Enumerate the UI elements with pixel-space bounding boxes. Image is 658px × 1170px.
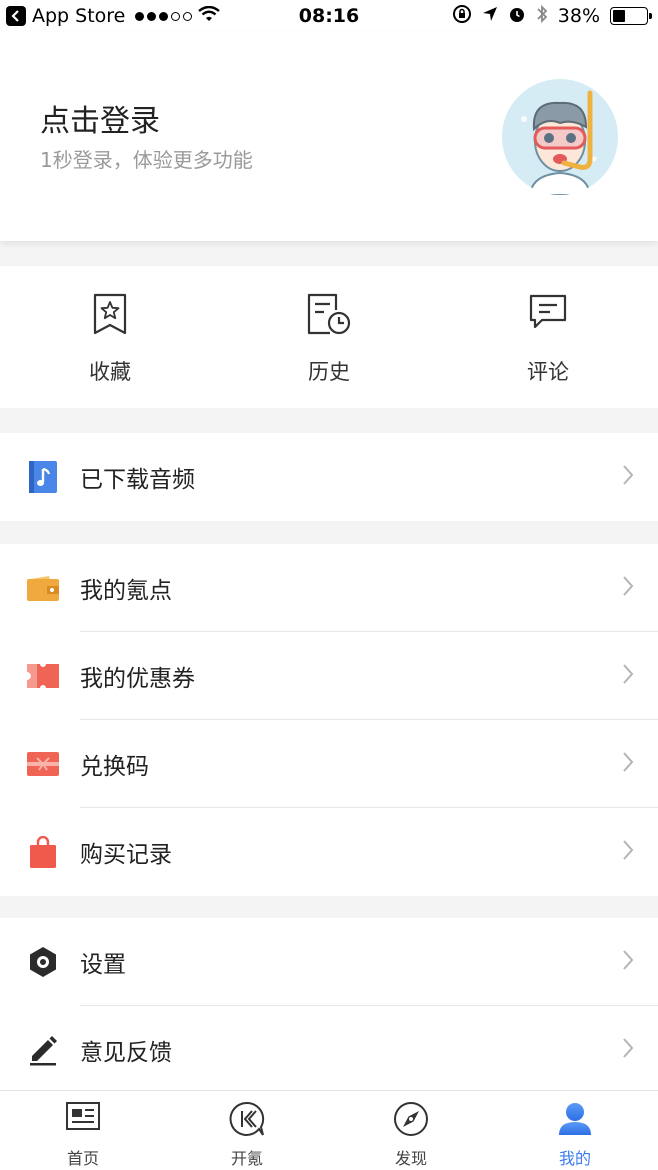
menu-label: 我的氪点 bbox=[80, 578, 172, 604]
status-bar: App Store 08:16 38% bbox=[0, 0, 658, 32]
tab-label: 开氪 bbox=[230, 1149, 263, 1168]
location-arrow-icon bbox=[482, 5, 498, 27]
quick-history[interactable]: 历史 bbox=[259, 266, 399, 408]
tab-mine[interactable]: 我的 bbox=[515, 1091, 635, 1170]
menu-item-downloaded-audio[interactable]: 已下载音频 bbox=[0, 433, 658, 521]
tab-discover[interactable]: 发现 bbox=[351, 1091, 471, 1170]
tab-label: 发现 bbox=[394, 1149, 427, 1168]
quick-comments-label: 评论 bbox=[527, 360, 569, 384]
music-note-icon bbox=[26, 460, 60, 494]
chevron-right-icon bbox=[622, 839, 634, 865]
menu-label: 设置 bbox=[80, 952, 126, 978]
back-app-label[interactable]: App Store bbox=[32, 5, 125, 27]
battery-icon bbox=[610, 7, 652, 25]
shopping-bag-icon bbox=[26, 835, 60, 869]
tab-home[interactable]: 首页 bbox=[23, 1091, 143, 1170]
menu-item-feedback[interactable]: 意见反馈 bbox=[0, 1006, 658, 1090]
settings-hex-icon bbox=[26, 945, 60, 979]
menu-label: 购买记录 bbox=[80, 842, 172, 868]
cell-signal-icon bbox=[135, 11, 193, 21]
tab-label: 我的 bbox=[558, 1149, 591, 1168]
chevron-right-icon bbox=[622, 663, 634, 689]
login-title[interactable]: 点击登录 bbox=[40, 96, 160, 140]
settings-section: 设置 意见反馈 bbox=[0, 918, 658, 1090]
chevron-right-icon bbox=[622, 464, 634, 490]
user-icon bbox=[559, 1103, 591, 1135]
battery-fill bbox=[613, 10, 626, 22]
diver-avatar-icon bbox=[502, 79, 618, 195]
menu-item-kr-points[interactable]: 我的氪点 bbox=[0, 544, 658, 632]
bluetooth-icon bbox=[536, 4, 548, 29]
comment-icon bbox=[529, 294, 567, 329]
quick-actions: 收藏 历史 评论 bbox=[0, 266, 658, 408]
tab-bar: 首页 开氪 发现 我的 bbox=[0, 1090, 658, 1170]
menu-label: 兑换码 bbox=[80, 754, 149, 780]
wifi-icon bbox=[198, 5, 221, 27]
quick-favorites[interactable]: 收藏 bbox=[40, 266, 180, 408]
downloads-section: 已下载音频 bbox=[0, 433, 658, 521]
pencil-icon bbox=[26, 1033, 60, 1067]
gift-card-icon bbox=[26, 747, 60, 781]
menu-label: 我的优惠券 bbox=[80, 666, 195, 692]
kr-icon bbox=[229, 1101, 265, 1136]
tab-label: 首页 bbox=[66, 1149, 99, 1168]
menu-item-settings[interactable]: 设置 bbox=[0, 918, 658, 1006]
compass-icon bbox=[394, 1102, 428, 1136]
quick-history-label: 历史 bbox=[308, 360, 350, 384]
account-section: 我的氪点 我的优惠券 兑换码 购买记录 bbox=[0, 544, 658, 896]
bookmark-star-icon bbox=[93, 293, 127, 335]
tab-kaike[interactable]: 开氪 bbox=[187, 1091, 307, 1170]
profile-header[interactable]: 点击登录 1秒登录，体验更多功能 bbox=[0, 32, 658, 241]
menu-item-redeem-code[interactable]: 兑换码 bbox=[0, 720, 658, 808]
menu-label: 已下载音频 bbox=[80, 467, 195, 493]
coupon-icon bbox=[26, 659, 60, 693]
menu-item-coupons[interactable]: 我的优惠券 bbox=[0, 632, 658, 720]
chevron-right-icon bbox=[622, 1037, 634, 1063]
news-icon bbox=[66, 1102, 100, 1130]
history-clock-icon bbox=[307, 293, 351, 335]
chevron-right-icon bbox=[622, 949, 634, 975]
avatar[interactable] bbox=[502, 79, 618, 195]
rotation-lock-icon bbox=[452, 4, 472, 29]
alarm-icon bbox=[508, 5, 526, 28]
menu-label: 意见反馈 bbox=[80, 1040, 172, 1066]
back-arrow-icon[interactable] bbox=[6, 6, 26, 26]
menu-item-purchase-history[interactable]: 购买记录 bbox=[0, 808, 658, 896]
login-subtitle: 1秒登录，体验更多功能 bbox=[40, 148, 253, 172]
chevron-right-icon bbox=[622, 575, 634, 601]
chevron-right-icon bbox=[622, 751, 634, 777]
quick-comments[interactable]: 评论 bbox=[478, 266, 618, 408]
wallet-icon bbox=[26, 571, 60, 605]
quick-favorites-label: 收藏 bbox=[89, 360, 131, 384]
battery-percent: 38% bbox=[557, 5, 600, 27]
